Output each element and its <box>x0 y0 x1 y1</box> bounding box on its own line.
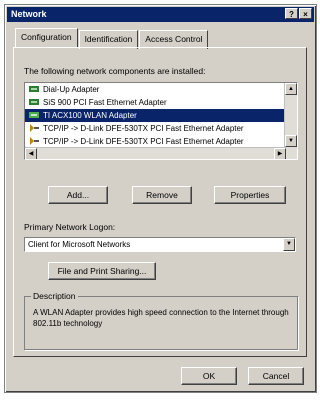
window-title: Network <box>11 9 47 19</box>
network-adapter-icon <box>29 112 39 118</box>
scroll-left-icon[interactable]: ◀ <box>25 148 37 159</box>
network-adapter-icon <box>29 86 39 92</box>
description-group: Description A WLAN Adapter provides high… <box>24 291 298 350</box>
tab-configuration[interactable]: Configuration <box>15 28 78 47</box>
scroll-up-icon[interactable]: ▲ <box>285 83 297 95</box>
file-print-sharing-button[interactable]: File and Print Sharing... <box>48 262 156 280</box>
list-item[interactable]: TCP/IP -> D-Link DFE-530TX PCI Fast Ethe… <box>25 122 295 135</box>
network-adapter-icon <box>29 99 39 105</box>
add-button[interactable]: Add... <box>48 186 108 204</box>
scroll-down-icon[interactable]: ▼ <box>285 135 297 147</box>
network-dialog: Network ? × Configuration Identification… <box>4 4 317 393</box>
description-text: A WLAN Adapter provides high speed conne… <box>33 308 289 328</box>
ok-button[interactable]: OK <box>181 367 237 385</box>
list-item-label: SiS 900 PCI Fast Ethernet Adapter <box>43 98 167 107</box>
chevron-down-icon[interactable]: ▼ <box>283 238 295 251</box>
scroll-right-icon[interactable]: ▶ <box>274 148 286 159</box>
primary-logon-select[interactable]: Client for Microsoft Networks ▼ <box>24 237 296 252</box>
logon-value: Client for Microsoft Networks <box>28 240 131 249</box>
components-caption: The following network components are ins… <box>24 66 206 76</box>
horizontal-scrollbar[interactable]: ◀ ▶ <box>25 147 286 159</box>
list-item-label: Dial-Up Adapter <box>43 85 100 94</box>
remove-button[interactable]: Remove <box>132 186 192 204</box>
configuration-panel: The following network components are ins… <box>13 47 307 357</box>
list-item-label: TCP/IP -> D-Link DFE-530TX PCI Fast Ethe… <box>43 137 244 146</box>
list-item[interactable]: Dial-Up Adapter <box>25 83 295 96</box>
help-button[interactable]: ? <box>285 8 298 19</box>
protocol-icon <box>30 137 39 145</box>
list-item-label: TI ACX100 WLAN Adapter <box>43 111 137 120</box>
list-item[interactable]: SiS 900 PCI Fast Ethernet Adapter <box>25 96 295 109</box>
list-item-selected[interactable]: TI ACX100 WLAN Adapter <box>25 109 295 122</box>
list-item-label: TCP/IP -> D-Link DFE-530TX PCI Fast Ethe… <box>43 124 244 133</box>
components-list[interactable]: Dial-Up Adapter SiS 900 PCI Fast Etherne… <box>24 82 298 160</box>
description-title: Description <box>31 291 78 301</box>
cancel-button[interactable]: Cancel <box>248 367 304 385</box>
logon-label: Primary Network Logon: <box>24 222 116 232</box>
protocol-icon <box>30 124 39 132</box>
properties-button[interactable]: Properties <box>214 186 286 204</box>
title-bar[interactable]: Network ? × <box>7 7 314 22</box>
close-button[interactable]: × <box>299 8 312 19</box>
